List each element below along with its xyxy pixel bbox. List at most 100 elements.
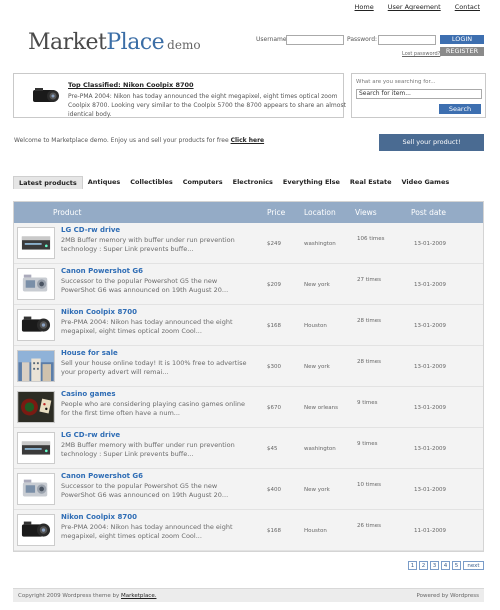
logo-text-demo: demo: [167, 38, 201, 52]
product-post-date: 13-01-2009: [414, 487, 446, 493]
product-title-link[interactable]: Nikon Coolpix 8700: [61, 308, 137, 316]
tab-real-estate[interactable]: Real Estate: [345, 176, 397, 189]
camera-icon: [33, 88, 59, 102]
tab-antiques[interactable]: Antiques: [83, 176, 126, 189]
search-button[interactable]: Search: [439, 104, 481, 114]
product-description: 2MB Buffer memory with buffer under run …: [61, 236, 235, 253]
click-here-link[interactable]: Click here: [231, 137, 265, 144]
username-input[interactable]: [286, 35, 344, 45]
product-title-link[interactable]: LG CD-rw drive: [61, 226, 120, 234]
camera-silver-icon[interactable]: [17, 473, 55, 505]
product-post-date: 13-01-2009: [414, 446, 446, 452]
product-title-link[interactable]: Nikon Coolpix 8700: [61, 513, 137, 521]
header-price[interactable]: Price: [267, 208, 285, 217]
product-post-date: 13-01-2009: [414, 282, 446, 288]
table-row[interactable]: House for sale Sell your house online tod…: [14, 346, 483, 387]
product-price: $300: [267, 364, 281, 370]
product-price: $400: [267, 487, 281, 493]
nav-contact-link[interactable]: Contact: [455, 3, 480, 11]
search-input[interactable]: Search for item...: [356, 89, 482, 99]
table-row[interactable]: LG CD-rw drive 2MB Buffer memory with buf…: [14, 223, 483, 264]
header-product[interactable]: Product: [53, 208, 81, 217]
product-views: 26 times: [357, 523, 382, 529]
product-title-link[interactable]: Canon Powershot G6: [61, 472, 143, 480]
tab-electronics[interactable]: Electronics: [228, 176, 278, 189]
table-row[interactable]: Canon Powershot G6 Successor to the popul…: [14, 469, 483, 510]
product-price: $249: [267, 241, 281, 247]
product-title-link[interactable]: Casino games: [61, 390, 116, 398]
welcome-message: Welcome to Marketplace demo. Enjoy us an…: [14, 137, 264, 144]
product-location: Houston: [304, 323, 327, 329]
product-post-date: 13-01-2009: [414, 364, 446, 370]
product-title-link[interactable]: Canon Powershot G6: [61, 267, 143, 275]
tab-everything-else[interactable]: Everything Else: [278, 176, 345, 189]
marketplace-link[interactable]: Marketplace.: [121, 593, 156, 599]
product-price: $45: [267, 446, 278, 452]
product-views: 10 times: [357, 482, 382, 488]
header-post-date[interactable]: Post date: [411, 208, 446, 217]
table-row[interactable]: LG CD-rw drive 2MB Buffer memory with buf…: [14, 428, 483, 469]
product-description: Sell your house online today! It is 100%…: [61, 359, 247, 376]
page-3-button[interactable]: 3: [430, 561, 439, 570]
camera-black-icon[interactable]: [17, 309, 55, 341]
footer-copyright: Copyright 2009 Wordpress theme by Market…: [18, 593, 156, 599]
header-views[interactable]: Views: [355, 208, 377, 217]
register-button[interactable]: REGISTER: [440, 47, 484, 56]
next-page-button[interactable]: next: [463, 561, 484, 570]
product-post-date: 13-01-2009: [414, 323, 446, 329]
pagination: 1 2 3 4 5 next: [408, 561, 484, 570]
page-4-button[interactable]: 4: [441, 561, 450, 570]
table-row[interactable]: Casino games People who are considering p…: [14, 387, 483, 428]
tab-video-games[interactable]: Video Games: [397, 176, 455, 189]
page-1-button[interactable]: 1: [408, 561, 417, 570]
cd-drive-icon[interactable]: [17, 432, 55, 464]
nav-user-agreement-link[interactable]: User Agreement: [388, 3, 441, 11]
tab-collectibles[interactable]: Collectibles: [125, 176, 177, 189]
products-table: Product Price Location Views Post date L…: [13, 201, 484, 552]
house-icon[interactable]: [17, 350, 55, 382]
lost-password-link[interactable]: Lost password?: [402, 51, 440, 57]
product-location: washington: [304, 446, 336, 452]
product-views: 28 times: [357, 318, 382, 324]
password-input[interactable]: [378, 35, 436, 45]
product-price: $670: [267, 405, 281, 411]
casino-icon[interactable]: [17, 391, 55, 423]
footer: Copyright 2009 Wordpress theme by Market…: [13, 588, 484, 602]
page-5-button[interactable]: 5: [452, 561, 461, 570]
product-views: 9 times: [357, 400, 378, 406]
table-row[interactable]: Nikon Coolpix 8700 Pre-PMA 2004: Nikon ha…: [14, 305, 483, 346]
product-location: New york: [304, 364, 330, 370]
login-button[interactable]: LOGIN: [440, 35, 484, 44]
product-description: Pre-PMA 2004: Nikon has today announced …: [61, 318, 233, 335]
table-row[interactable]: Nikon Coolpix 8700 Pre-PMA 2004: Nikon ha…: [14, 510, 483, 551]
search-panel: What are you searching for... Search for…: [351, 73, 486, 118]
tab-latest-products[interactable]: Latest products: [13, 176, 83, 189]
featured-title[interactable]: Top Classified: Nikon Coolpix 8700: [68, 81, 194, 89]
camera-black-icon[interactable]: [17, 514, 55, 546]
site-logo[interactable]: Market Place demo: [28, 30, 201, 60]
camera-silver-icon[interactable]: [17, 268, 55, 300]
product-title-link[interactable]: LG CD-rw drive: [61, 431, 120, 439]
username-label: Username:: [256, 36, 289, 43]
footer-powered-by[interactable]: Powered by Wordpress: [416, 593, 479, 599]
cd-drive-icon[interactable]: [17, 227, 55, 259]
nav-home-link[interactable]: Home: [355, 3, 374, 11]
product-price: $209: [267, 282, 281, 288]
table-row[interactable]: Canon Powershot G6 Successor to the popul…: [14, 264, 483, 305]
product-post-date: 11-01-2009: [414, 528, 446, 534]
header-location[interactable]: Location: [304, 208, 336, 217]
product-title-link[interactable]: House for sale: [61, 349, 118, 357]
featured-description: Pre-PMA 2004: Nikon has today announced …: [68, 93, 346, 118]
product-location: New orleans: [304, 405, 339, 411]
page-2-button[interactable]: 2: [419, 561, 428, 570]
product-post-date: 13-01-2009: [414, 241, 446, 247]
product-location: washington: [304, 241, 336, 247]
top-nav: Home User Agreement Contact: [355, 3, 480, 11]
featured-classified[interactable]: Top Classified: Nikon Coolpix 8700 Pre-P…: [13, 73, 346, 118]
product-description: Successor to the popular Powershot G5 th…: [61, 482, 229, 499]
product-description: Successor to the popular Powershot G5 th…: [61, 277, 229, 294]
table-body: LG CD-rw drive 2MB Buffer memory with buf…: [14, 223, 483, 551]
sell-product-button[interactable]: Sell your product!: [379, 134, 484, 151]
product-description: Pre-PMA 2004: Nikon has today announced …: [61, 523, 233, 540]
tab-computers[interactable]: Computers: [178, 176, 228, 189]
